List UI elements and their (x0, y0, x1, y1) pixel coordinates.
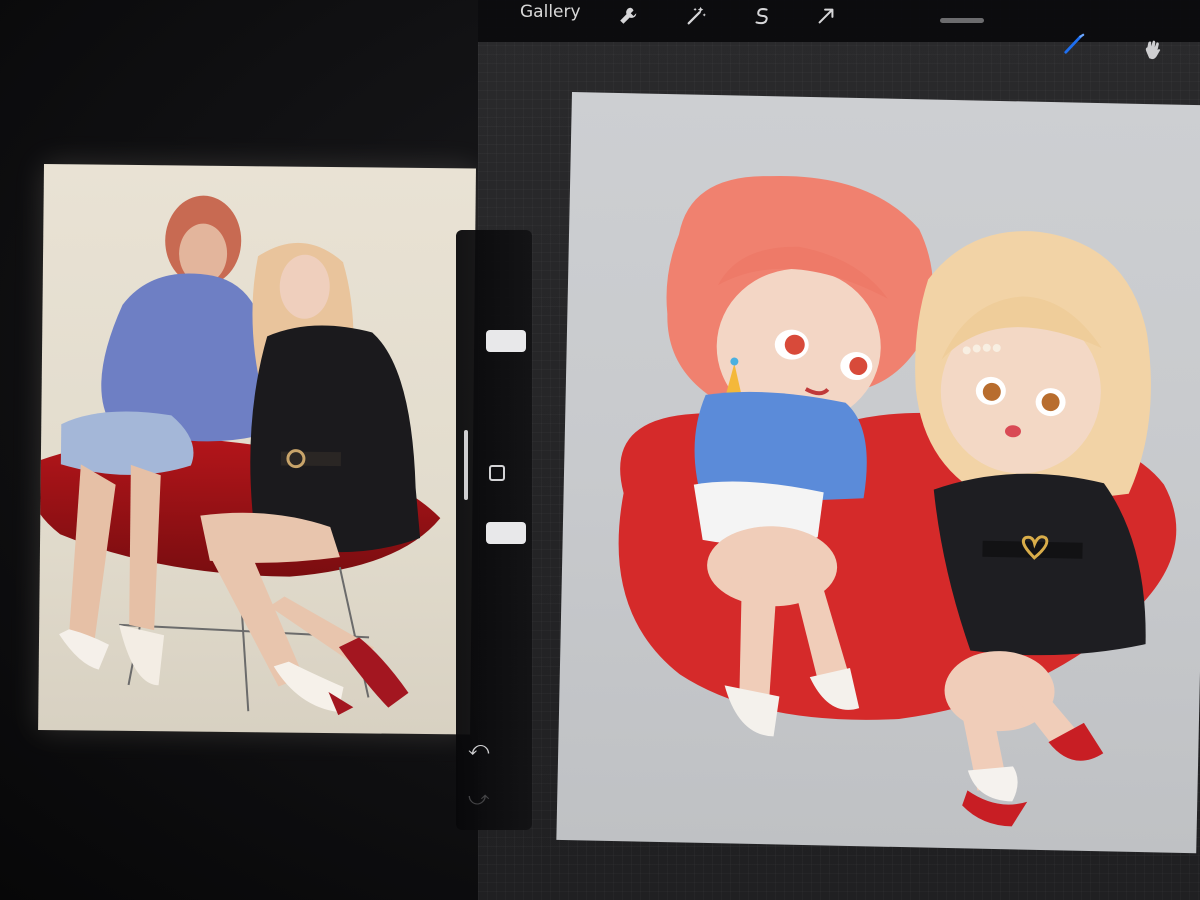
brush-icon[interactable] (1062, 32, 1086, 56)
undo-icon[interactable]: ⤺ (468, 736, 489, 760)
left-sidebar: ⤺ ⤻ (456, 230, 532, 830)
opacity-slider-thumb[interactable] (486, 522, 526, 544)
drawing-canvas[interactable] (556, 92, 1200, 854)
chibi-illustration (618, 176, 1177, 827)
chibi-blonde-hair (915, 231, 1151, 827)
person-blue-jacket (59, 195, 267, 686)
wrench-icon[interactable] (616, 4, 640, 28)
brush-size-slider-thumb[interactable] (486, 330, 526, 352)
transform-arrow-icon[interactable] (814, 4, 838, 28)
toolbar-drag-handle[interactable] (940, 18, 984, 23)
smudge-icon[interactable] (1140, 38, 1164, 62)
reference-photo (28, 164, 476, 735)
top-toolbar: Gallery (478, 0, 1200, 60)
reference-photo-art (28, 195, 441, 716)
gallery-button[interactable]: Gallery (520, 0, 581, 24)
modify-square-icon[interactable] (486, 462, 508, 484)
selection-icon[interactable] (750, 4, 774, 28)
redo-icon[interactable]: ⤻ (468, 786, 489, 810)
magic-wand-icon[interactable] (684, 4, 708, 28)
photo-scene: Gallery ⤺ ⤻ (0, 0, 1200, 900)
sidebar-divider-handle[interactable] (464, 430, 468, 500)
